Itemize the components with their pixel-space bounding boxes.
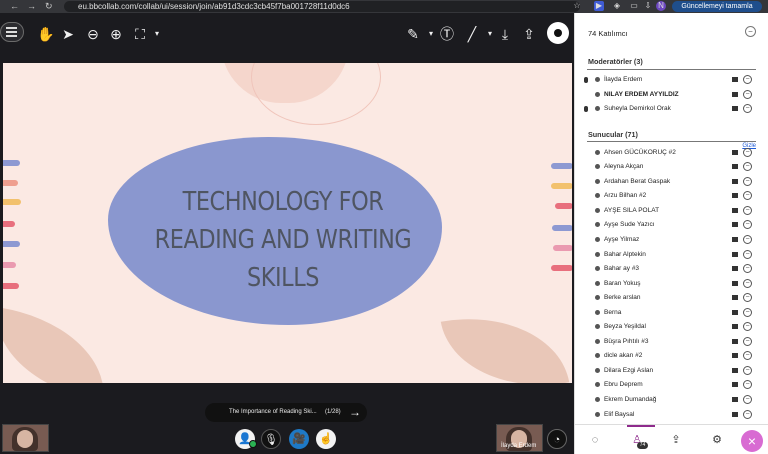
left-decoration: [3, 180, 18, 186]
participant-row[interactable]: İlayda Erdem −: [584, 73, 756, 87]
zoom-out-icon[interactable]: ⊖: [84, 25, 102, 43]
left-decoration: [3, 262, 16, 268]
slide-title: TECHNOLOGY FOR READING AND WRITING SKILL…: [154, 187, 412, 293]
left-decoration: [3, 199, 21, 205]
right-decoration: [553, 245, 572, 251]
forward-icon[interactable]: →: [27, 1, 36, 11]
sidepanel-icon[interactable]: ▭: [629, 1, 639, 11]
camera-button[interactable]: 🎥: [289, 429, 309, 449]
section-divider: [587, 141, 756, 142]
participant-row[interactable]: Berke arslan −: [587, 291, 756, 305]
decorative-arc: [251, 63, 381, 125]
fit-icon[interactable]: ⛶: [131, 25, 149, 43]
right-decoration: [551, 183, 572, 189]
participant-row[interactable]: AYŞE SILA POLAT −: [587, 204, 756, 218]
presenters-header: Sunucular (71): [588, 130, 638, 139]
extension-icon[interactable]: ▶: [594, 1, 604, 11]
avatar: [17, 430, 33, 448]
participant-row[interactable]: dicle akan #2−: [587, 349, 756, 363]
panel-footer: ◌ ♙ 74 ⇪ ⚙ ×: [575, 424, 768, 454]
self-video-thumbnail[interactable]: İlayda Erdem: [496, 424, 543, 452]
bottom-left-leaf: [3, 307, 114, 383]
participant-video-thumbnail[interactable]: [2, 424, 49, 452]
participants-panel: 74 Katılımcı − Moderatörler (3) İlayda E…: [574, 13, 768, 454]
participant-row[interactable]: Beyza Yeşildal −: [587, 320, 756, 334]
bottom-right-leaf: [440, 301, 570, 383]
record-button[interactable]: [547, 22, 569, 44]
participant-row[interactable]: Ayşe Yilmaz −: [587, 233, 756, 247]
left-decoration: [3, 160, 20, 166]
next-slide-icon[interactable]: →: [349, 403, 361, 422]
back-icon[interactable]: ←: [10, 1, 19, 11]
left-decoration: [3, 241, 20, 247]
puzzle-icon[interactable]: ◈: [612, 1, 622, 11]
participant-row[interactable]: Ardahan Berat Gaspak −: [587, 175, 756, 189]
participant-row[interactable]: Suheyla Demirkol Orak −: [584, 102, 756, 116]
menu-icon[interactable]: [0, 22, 24, 42]
participant-row[interactable]: Aleyna Akçan −: [587, 160, 756, 174]
participant-row[interactable]: Bahar Alptekin −: [587, 248, 756, 262]
panel-title: 74 Katılımcı: [588, 29, 628, 38]
participant-row[interactable]: Ekrem Dumandağ −: [587, 393, 756, 407]
right-decoration: [551, 163, 572, 169]
text-icon[interactable]: Ⓣ: [438, 25, 456, 43]
chevron-down-icon[interactable]: ▾: [148, 25, 166, 43]
slide-navigation: The Importance of Reading Ski... (1/28) …: [205, 403, 367, 422]
participant-count-badge: 74: [637, 442, 648, 449]
close-panel-icon[interactable]: −: [745, 26, 756, 37]
raise-hand-button[interactable]: ☝: [316, 429, 336, 449]
left-decoration: [3, 221, 15, 227]
download-icon[interactable]: ⇩: [643, 1, 653, 11]
mute-button[interactable]: 🎙: [261, 429, 281, 449]
share-content-icon[interactable]: ⇪: [669, 433, 683, 447]
participant-row[interactable]: Bahar ay #3−: [587, 262, 756, 276]
participant-row[interactable]: Ahsen GÜCÜKORUÇ #2−: [587, 146, 756, 160]
close-icon[interactable]: ×: [741, 430, 763, 452]
browser-toolbar: ← → ↻ eu.bbcollab.com/collab/ui/session/…: [0, 0, 768, 13]
slide-name: The Importance of Reading Ski...: [229, 409, 317, 415]
share-icon[interactable]: ⇪: [520, 25, 538, 43]
download-icon[interactable]: ⤓: [496, 25, 514, 43]
participant-row[interactable]: Berna −: [587, 306, 756, 320]
settings-button[interactable]: ◔: [547, 429, 567, 449]
settings-icon[interactable]: ⚙: [710, 433, 724, 447]
right-decoration: [551, 265, 572, 271]
page-indicator: (1/28): [325, 409, 341, 415]
pointer-icon[interactable]: ➤: [59, 25, 77, 43]
participant-row[interactable]: Arzu Bilhan #2−: [587, 189, 756, 203]
participant-row[interactable]: Ebru Deprem −: [587, 378, 756, 392]
line-icon[interactable]: ╱: [463, 25, 481, 43]
participant-row[interactable]: Elif Baysal −: [587, 408, 756, 422]
pen-icon[interactable]: ✎: [404, 25, 422, 43]
right-decoration: [555, 203, 572, 209]
section-divider: [587, 69, 756, 70]
moderators-header: Moderatörler (3): [588, 57, 643, 66]
address-bar[interactable]: eu.bbcollab.com/collab/ui/session/join/a…: [64, 1, 580, 12]
participant-row[interactable]: NILAY ERDEM AYYILDIZ −: [587, 88, 756, 102]
participant-row[interactable]: Dilara Ezgi Aslan −: [587, 364, 756, 378]
zoom-in-icon[interactable]: ⊕: [107, 25, 125, 43]
active-tab-indicator: [627, 425, 655, 427]
update-button[interactable]: Güncellemeyi tamamla: [672, 1, 762, 12]
profile-avatar[interactable]: N: [656, 1, 666, 11]
participant-row[interactable]: Ayşe Sude Yazıcı −: [587, 218, 756, 232]
status-indicator: [249, 440, 257, 448]
star-icon[interactable]: ☆: [572, 1, 582, 11]
reload-icon[interactable]: ↻: [45, 1, 53, 12]
right-decoration: [552, 225, 572, 231]
self-name: İlayda Erdem: [501, 443, 537, 449]
presentation-slide: TECHNOLOGY FOR READING AND WRITING SKILL…: [3, 63, 572, 383]
hand-icon[interactable]: ✋: [37, 25, 55, 43]
participant-row[interactable]: Baran Yokuş −: [587, 277, 756, 291]
left-decoration: [3, 283, 19, 289]
participant-row[interactable]: Büşra Pıhtılı #3−: [587, 335, 756, 349]
chat-icon[interactable]: ◌: [588, 433, 602, 447]
